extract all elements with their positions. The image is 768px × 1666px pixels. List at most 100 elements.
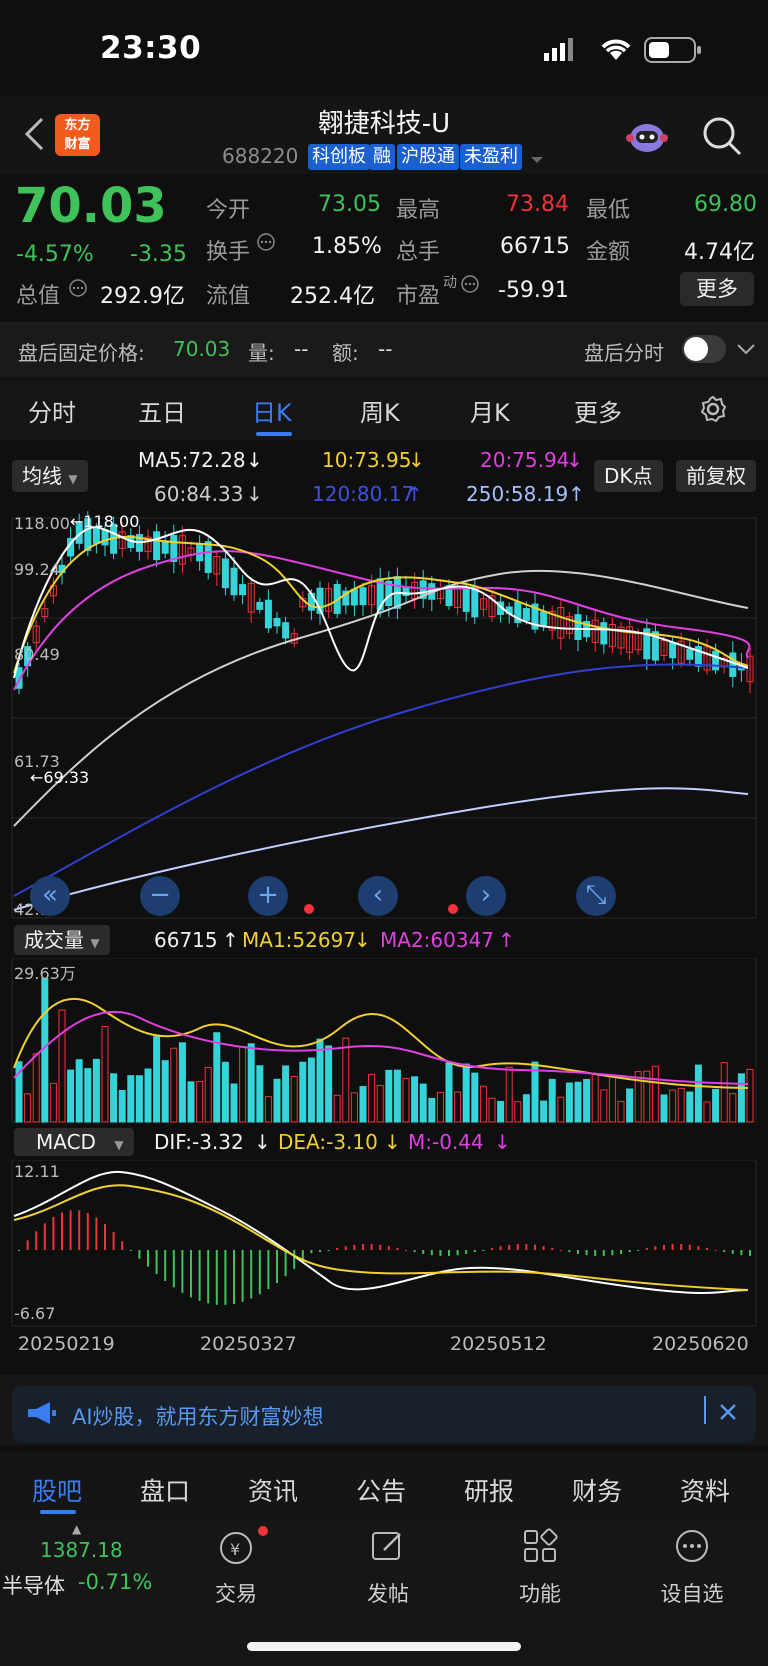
nav-tab-financials[interactable]: 财务: [572, 1472, 622, 1508]
index-name[interactable]: 半导体: [2, 1570, 65, 1600]
search-icon[interactable]: [700, 114, 744, 162]
volume-bar: [49, 1082, 57, 1123]
status-time: 23:30: [100, 30, 202, 66]
macd-bar: [327, 1250, 330, 1251]
macd-bar: [731, 1250, 734, 1254]
gear-icon[interactable]: [698, 394, 728, 428]
open-label: 今开: [206, 198, 251, 223]
macd-bar: [585, 1250, 588, 1256]
nav-tab-forum[interactable]: 股吧: [32, 1472, 82, 1508]
volume-bar: [729, 1093, 737, 1123]
after-hours-toggle[interactable]: [682, 335, 726, 363]
macd-selector[interactable]: MACD ▼: [14, 1128, 134, 1156]
dock-post[interactable]: 发帖: [328, 1578, 448, 1608]
candle: [204, 541, 212, 574]
tab-five-day[interactable]: 五日: [138, 393, 186, 428]
zoom-out-icon[interactable]: −: [140, 876, 180, 916]
nav-tab-news[interactable]: 资讯: [248, 1472, 298, 1508]
volume-bar: [419, 1083, 427, 1123]
index-value[interactable]: 1387.18: [40, 1538, 123, 1562]
more-dots-icon[interactable]: [674, 1528, 710, 1568]
macd-bar: [370, 1244, 373, 1250]
tag-star-market: 科创板: [308, 144, 370, 170]
macd-bar: [602, 1250, 605, 1256]
info-icon[interactable]: [256, 232, 276, 256]
macd-bar: [198, 1250, 201, 1301]
macd-bar: [26, 1240, 29, 1250]
macd-bar: [637, 1250, 640, 1251]
edit-post-icon[interactable]: [370, 1528, 406, 1568]
tag-margin: 融: [369, 144, 395, 170]
ma60-label: 60:84.33: [154, 482, 244, 506]
macd-bar: [534, 1244, 536, 1250]
tab-monthly-k[interactable]: 月K: [470, 393, 510, 428]
macd-bar: [233, 1250, 235, 1304]
dea-line: [13, 1184, 749, 1291]
tab-weekly-k[interactable]: 周K: [360, 393, 400, 428]
close-icon[interactable]: [718, 1402, 738, 1426]
chevron-right-icon[interactable]: ›: [466, 876, 506, 916]
volume-bar: [153, 1036, 161, 1123]
chevron-down-icon[interactable]: [530, 150, 544, 169]
dock-add-watchlist[interactable]: 设自选: [632, 1578, 752, 1608]
nav-tab-orderbook[interactable]: 盘口: [140, 1472, 190, 1508]
scroll-start-icon[interactable]: «: [30, 876, 70, 916]
candle: [239, 584, 247, 596]
volume-bar: [737, 1073, 745, 1123]
adjust-button[interactable]: 前复权: [676, 460, 756, 492]
arrow-down-icon: ↓: [246, 448, 263, 472]
volume-bar: [626, 1088, 634, 1123]
macd-chart[interactable]: [0, 1160, 768, 1330]
kline-chart[interactable]: [0, 508, 768, 920]
chevron-down-icon[interactable]: [736, 342, 756, 361]
nav-tab-profile[interactable]: 资料: [680, 1472, 730, 1508]
signal-icon: [544, 38, 578, 66]
volume-bar: [144, 1068, 152, 1123]
tab-intraday[interactable]: 分时: [28, 393, 76, 428]
nav-tab-research[interactable]: 研报: [464, 1472, 514, 1508]
volume-bar: [574, 1081, 582, 1123]
pe-value: -59.91: [498, 278, 569, 303]
candle: [221, 558, 229, 589]
dif-line: [13, 1170, 749, 1295]
zoom-in-icon[interactable]: +: [248, 876, 288, 916]
macd-bar: [516, 1244, 519, 1250]
candle: [574, 614, 582, 640]
chevron-left-icon[interactable]: ‹: [358, 876, 398, 916]
candle: [540, 611, 548, 626]
apps-icon[interactable]: [522, 1528, 558, 1568]
dock-trade[interactable]: 交易: [176, 1578, 296, 1608]
macd-bar: [155, 1250, 158, 1275]
macd-bar: [224, 1250, 227, 1305]
tab-more[interactable]: 更多: [574, 393, 622, 428]
dk-point-button[interactable]: DK点: [594, 460, 663, 492]
volume-chart[interactable]: [0, 958, 768, 1126]
info-icon[interactable]: [460, 274, 480, 298]
dock-functions[interactable]: 功能: [480, 1578, 600, 1608]
info-icon[interactable]: [68, 278, 88, 302]
volume-value: 66715: [500, 234, 570, 259]
volume-bar: [221, 1061, 229, 1123]
date-label: 20250512: [450, 1333, 547, 1355]
nav-tab-announcements[interactable]: 公告: [356, 1472, 406, 1508]
float-label: 流值: [206, 284, 251, 309]
home-indicator: [247, 1642, 521, 1651]
volume-selector[interactable]: 成交量 ▼: [14, 925, 110, 955]
volume-bar: [454, 1091, 462, 1123]
volume-bar: [256, 1065, 264, 1123]
ma20-label: 20:75.94: [480, 448, 570, 472]
more-button[interactable]: 更多: [680, 272, 754, 306]
pe-sup: 动: [443, 275, 457, 291]
arrow-up-icon: ↑: [222, 928, 239, 952]
fullscreen-icon[interactable]: ⤡: [576, 876, 616, 916]
trade-icon[interactable]: ¥: [216, 1528, 256, 1572]
svg-text:¥: ¥: [230, 1540, 240, 1559]
current-price: 70.03: [15, 178, 167, 234]
tab-daily-k[interactable]: 日K: [252, 393, 292, 428]
macd-bar: [258, 1250, 261, 1295]
mktcap-label: 总值: [16, 284, 61, 309]
ma-selector[interactable]: 均线 ▼: [12, 460, 88, 492]
macd-bar: [542, 1246, 545, 1250]
macd-bar: [628, 1250, 631, 1253]
robot-assistant-icon[interactable]: [624, 116, 670, 162]
